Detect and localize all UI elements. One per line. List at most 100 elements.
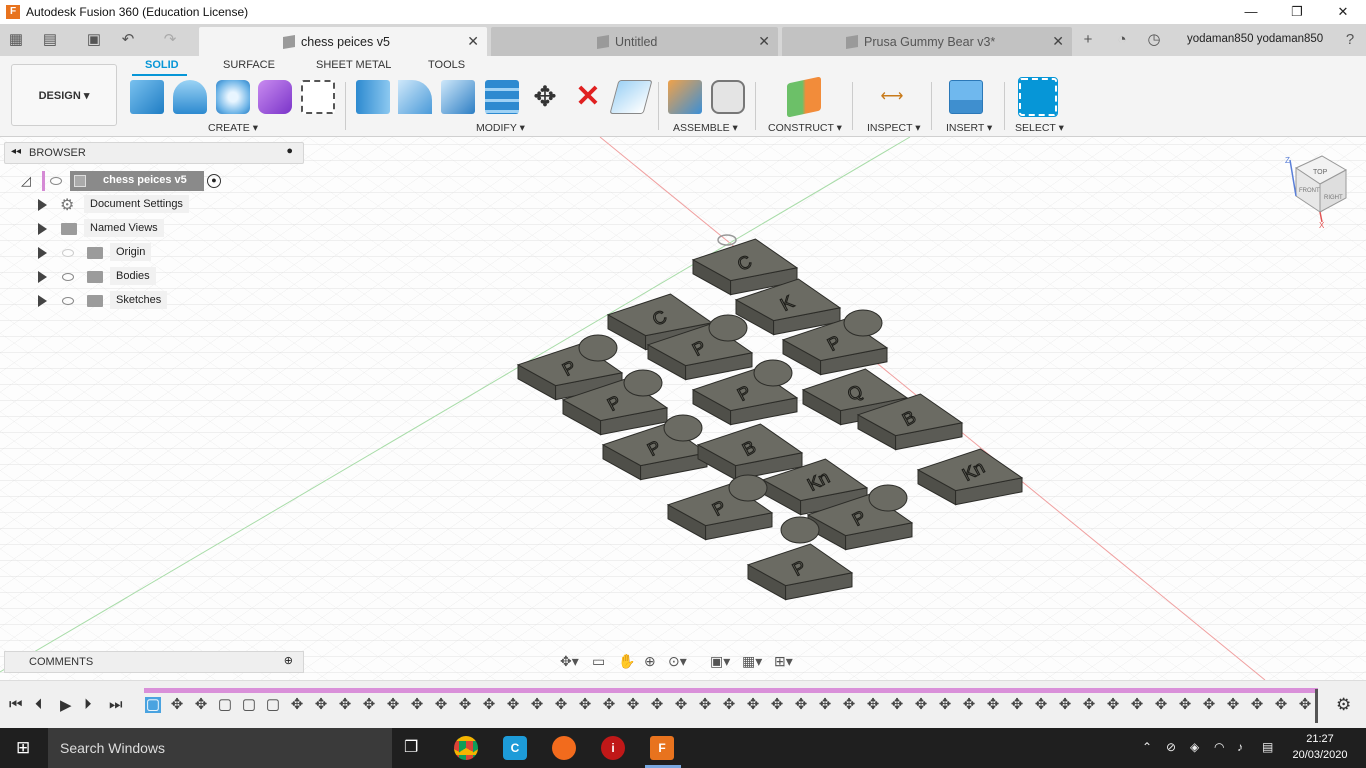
timeline-feature-icon[interactable]: ✥ bbox=[1129, 697, 1145, 713]
wifi-icon[interactable]: ◠ bbox=[1214, 740, 1224, 754]
browser-item-origin[interactable]: Origin bbox=[0, 243, 200, 263]
timeline-feature-icon[interactable]: ✥ bbox=[961, 697, 977, 713]
timeline-feature-icon[interactable]: ✥ bbox=[385, 697, 401, 713]
assemble-menu[interactable]: ASSEMBLE ▾ bbox=[673, 122, 738, 134]
look-at-icon[interactable]: ▭ bbox=[592, 653, 605, 670]
expand-triangle-icon[interactable] bbox=[38, 223, 47, 235]
fillet-icon[interactable] bbox=[398, 80, 432, 114]
user-name[interactable]: yodaman850 yodaman850 bbox=[1187, 33, 1323, 45]
job-status-clock-icon[interactable]: ◷ bbox=[1144, 30, 1164, 50]
data-panel-grid-icon[interactable]: ▦ bbox=[6, 30, 26, 50]
delete-icon[interactable]: ✕ bbox=[571, 80, 605, 114]
prusa-slicer-icon[interactable] bbox=[552, 736, 576, 760]
timeline-feature-icon[interactable]: ✥ bbox=[457, 697, 473, 713]
close-tab-icon[interactable]: ✕ bbox=[1052, 33, 1064, 50]
workspace-switcher[interactable]: DESIGN ▾ bbox=[11, 64, 117, 126]
go-to-start-icon[interactable]: ⏮ bbox=[9, 696, 23, 713]
revolve-icon[interactable] bbox=[173, 80, 207, 114]
form-icon[interactable] bbox=[258, 80, 292, 114]
visibility-eye-icon[interactable] bbox=[62, 297, 74, 305]
timeline-feature-icon[interactable]: ✥ bbox=[577, 697, 593, 713]
press-pull-icon[interactable] bbox=[356, 80, 390, 114]
expand-triangle-icon[interactable] bbox=[38, 271, 47, 283]
grid-settings-icon[interactable]: ▦▾ bbox=[742, 653, 762, 670]
timeline-feature-icon[interactable]: ✥ bbox=[361, 697, 377, 713]
timeline-feature-icon[interactable]: ✥ bbox=[649, 697, 665, 713]
timeline-feature-icon[interactable]: ✥ bbox=[1249, 697, 1265, 713]
timeline-feature-icon[interactable]: ✥ bbox=[289, 697, 305, 713]
collapse-browser-icon[interactable]: ◂◂ bbox=[11, 146, 21, 157]
inspect-menu[interactable]: INSPECT ▾ bbox=[867, 122, 921, 134]
go-to-end-icon[interactable]: ⏭ bbox=[109, 696, 123, 713]
close-tab-icon[interactable]: ✕ bbox=[758, 33, 770, 50]
windows-search-box[interactable]: Search Windows bbox=[48, 728, 392, 768]
play-icon[interactable]: ▶ bbox=[60, 696, 72, 714]
visibility-eye-icon[interactable] bbox=[50, 177, 62, 185]
notifications-icon[interactable]: ▤ bbox=[1262, 740, 1273, 754]
timeline-feature-icon[interactable]: ✥ bbox=[505, 697, 521, 713]
timeline-feature-icon[interactable]: ✥ bbox=[601, 697, 617, 713]
timeline-feature-icon[interactable]: ▢ bbox=[217, 697, 233, 713]
timeline-feature-icon[interactable]: ✥ bbox=[1273, 697, 1289, 713]
timeline-feature-icon[interactable]: ✥ bbox=[937, 697, 953, 713]
shell-icon[interactable] bbox=[441, 80, 475, 114]
timeline-feature-icon[interactable]: ✥ bbox=[1297, 697, 1313, 713]
move-copy-icon[interactable]: ✥ bbox=[528, 80, 562, 114]
browser-item-named-views[interactable]: Named Views bbox=[0, 219, 200, 239]
undo-icon[interactable]: ↶ bbox=[118, 30, 138, 50]
timeline-feature-icon[interactable]: ✥ bbox=[529, 697, 545, 713]
redo-icon[interactable]: ↷ bbox=[160, 30, 180, 50]
task-view-icon[interactable]: ❐ bbox=[404, 737, 418, 757]
timeline-feature-icon[interactable]: ✥ bbox=[169, 697, 185, 713]
timeline-feature-icon[interactable]: ✥ bbox=[865, 697, 881, 713]
new-tab-plus-icon[interactable]: + bbox=[1078, 30, 1098, 50]
activate-radio-icon[interactable]: ● bbox=[207, 174, 221, 188]
hole-icon[interactable] bbox=[216, 80, 250, 114]
timeline-track[interactable] bbox=[144, 688, 1318, 693]
construct-menu[interactable]: CONSTRUCT ▾ bbox=[768, 122, 842, 134]
minimize-button[interactable]: — bbox=[1228, 0, 1274, 24]
select-menu[interactable]: SELECT ▾ bbox=[1015, 122, 1064, 134]
timeline-settings-gear-icon[interactable]: ⚙ bbox=[1336, 695, 1351, 715]
dropbox-icon[interactable]: ◈ bbox=[1190, 740, 1199, 754]
timeline-feature-icon[interactable]: ✥ bbox=[625, 697, 641, 713]
tab-solid[interactable]: SOLID bbox=[145, 59, 179, 71]
timeline-feature-icon[interactable]: ✥ bbox=[1057, 697, 1073, 713]
timeline-feature-icon[interactable]: ✥ bbox=[985, 697, 1001, 713]
timeline-feature-icon[interactable]: ▢ bbox=[145, 697, 161, 713]
orbit-icon[interactable]: ✥▾ bbox=[560, 653, 579, 670]
add-comment-icon[interactable]: ⊕ bbox=[284, 654, 293, 667]
timeline-feature-icon[interactable]: ✥ bbox=[1177, 697, 1193, 713]
timeline-feature-icon[interactable]: ✥ bbox=[1105, 697, 1121, 713]
volume-icon[interactable]: ♪ bbox=[1237, 740, 1243, 754]
viewports-icon[interactable]: ⊞▾ bbox=[774, 653, 793, 670]
combine-icon[interactable] bbox=[485, 80, 519, 114]
browser-item-bodies[interactable]: Bodies bbox=[0, 267, 200, 287]
3d-viewport[interactable]: CCKPP PP P QP BBKn KnP PP TOP FRONT RIGHT Z X bbox=[0, 137, 1366, 680]
insert-image-icon[interactable] bbox=[949, 80, 983, 114]
restore-button[interactable]: ❐ bbox=[1274, 0, 1320, 24]
create-menu[interactable]: CREATE ▾ bbox=[208, 122, 258, 134]
show-hidden-icons-icon[interactable]: ⌃ bbox=[1142, 740, 1152, 754]
tab-chess-peices[interactable]: chess peices v5 ✕ bbox=[199, 27, 487, 56]
timeline-feature-icon[interactable]: ✥ bbox=[337, 697, 353, 713]
step-forward-icon[interactable]: ⏵ bbox=[84, 696, 92, 713]
timeline-feature-icon[interactable]: ✥ bbox=[313, 697, 329, 713]
zoom-icon[interactable]: ⊕ bbox=[644, 653, 656, 670]
visibility-eye-icon[interactable] bbox=[62, 273, 74, 281]
timeline-feature-icon[interactable]: ✥ bbox=[1225, 697, 1241, 713]
pan-hand-icon[interactable]: ✋ bbox=[618, 653, 635, 670]
timeline-feature-icon[interactable]: ✥ bbox=[913, 697, 929, 713]
fusion-taskbar-icon[interactable]: F bbox=[650, 736, 674, 760]
create-sketch-icon[interactable] bbox=[301, 80, 335, 114]
display-settings-icon[interactable]: ▣▾ bbox=[710, 653, 730, 670]
timeline-feature-icon[interactable]: ✥ bbox=[553, 697, 569, 713]
joint-icon[interactable] bbox=[711, 80, 745, 114]
timeline-feature-icon[interactable]: ▢ bbox=[265, 697, 281, 713]
timeline-feature-icon[interactable]: ✥ bbox=[481, 697, 497, 713]
expand-triangle-icon[interactable] bbox=[38, 295, 47, 307]
new-component-icon[interactable] bbox=[668, 80, 702, 114]
browser-item-document-settings[interactable]: ⚙ Document Settings bbox=[0, 195, 200, 215]
help-icon[interactable]: ? bbox=[1340, 30, 1360, 50]
timeline-feature-icon[interactable]: ✥ bbox=[193, 697, 209, 713]
